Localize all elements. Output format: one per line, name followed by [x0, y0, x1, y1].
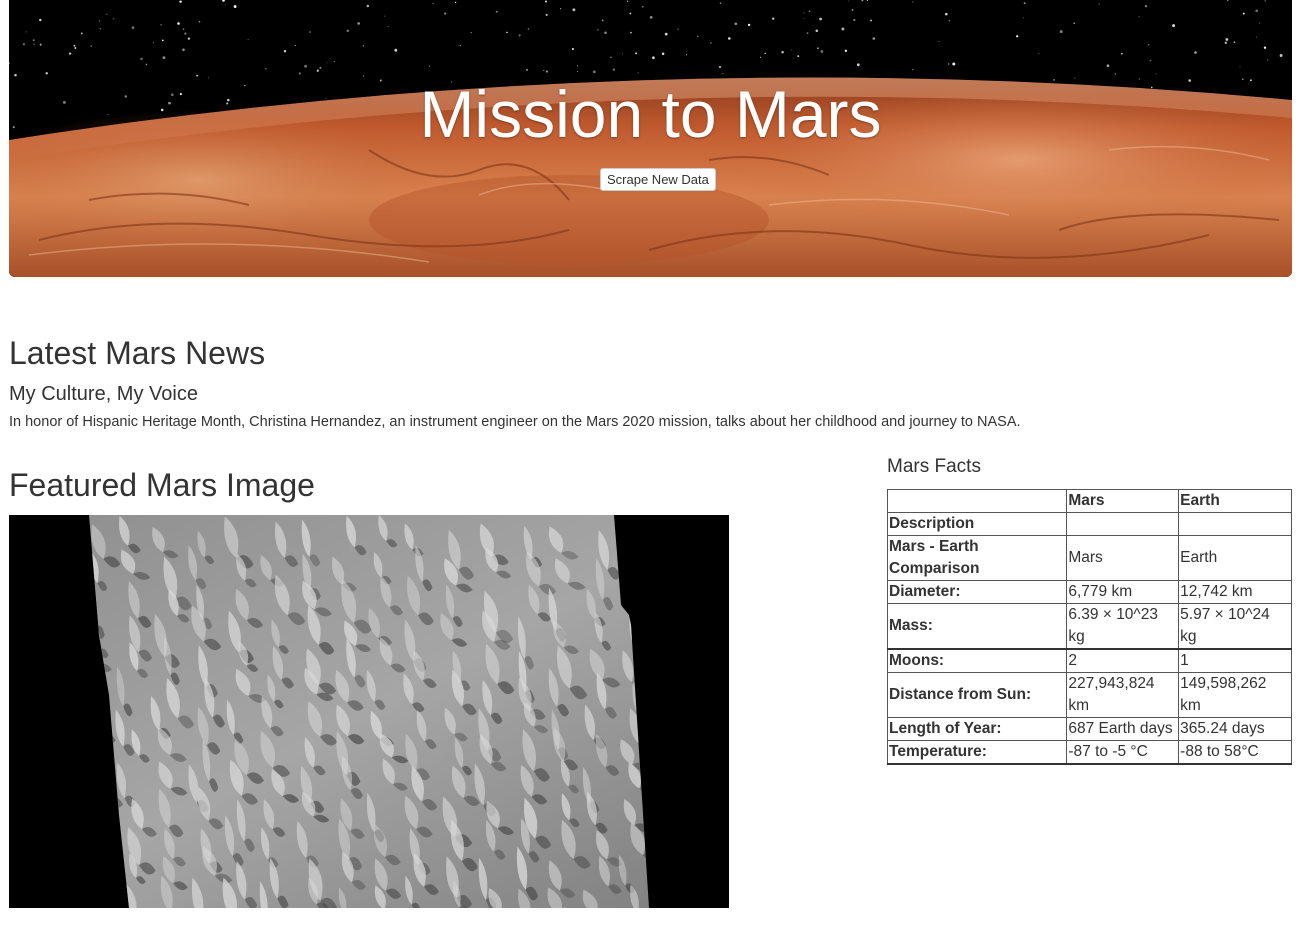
table-row-label: Length of Year:: [886, 717, 1068, 741]
scrape-new-data-button[interactable]: Scrape New Data: [600, 168, 716, 191]
featured-image-heading: Featured Mars Image: [9, 467, 315, 503]
hero-banner: Mission to Mars Scrape New Data: [9, 0, 1292, 277]
table-cell: 2: [1066, 648, 1180, 673]
table-row-label: Diameter:: [886, 580, 1068, 604]
table-cell: 6,779 km: [1066, 580, 1180, 604]
news-paragraph: In honor of Hispanic Heritage Month, Chr…: [9, 414, 1021, 430]
news-title: My Culture, My Voice: [9, 383, 198, 405]
mars-facts-heading: Mars Facts: [887, 456, 981, 477]
table-cell: [1178, 512, 1292, 536]
table-cell: 1: [1178, 648, 1292, 673]
table-header-row: Mars Earth: [886, 489, 1292, 513]
table-row-label: Moons:: [886, 648, 1068, 673]
table-cell: 227,943,824 km: [1066, 672, 1180, 718]
table-cell: Mars: [1066, 535, 1180, 581]
table-row: Temperature: -87 to -5 °C -88 to 58°C: [886, 740, 1292, 765]
table-cell: -87 to -5 °C: [1066, 740, 1180, 765]
table-row: Description: [886, 512, 1292, 536]
page-title: Mission to Mars: [419, 77, 882, 151]
table-cell: Earth: [1178, 535, 1292, 581]
table-row: Mass: 6.39 × 10^23 kg 5.97 × 10^24 kg: [886, 603, 1292, 650]
table-cell: -88 to 58°C: [1178, 740, 1292, 765]
table-cell: 687 Earth days: [1066, 717, 1180, 741]
mars-facts-table: Mars Earth Description Mars - Earth Comp…: [886, 489, 1292, 765]
table-row: Moons: 2 1: [886, 648, 1292, 673]
table-row-label: Distance from Sun:: [886, 672, 1068, 718]
table-header-cell: Mars: [1066, 489, 1180, 513]
table-cell: [1066, 512, 1180, 536]
table-row: Length of Year: 687 Earth days 365.24 da…: [886, 717, 1292, 741]
table-row: Distance from Sun: 227,943,824 km 149,59…: [886, 672, 1292, 718]
table-cell: 6.39 × 10^23 kg: [1066, 603, 1180, 650]
table-row: Diameter: 6,779 km 12,742 km: [886, 580, 1292, 604]
table-cell: 149,598,262 km: [1178, 672, 1292, 718]
table-row-label: Mass:: [886, 603, 1068, 650]
table-header-cell: Earth: [1178, 489, 1292, 513]
table-cell: 12,742 km: [1178, 580, 1292, 604]
table-cell: 5.97 × 10^24 kg: [1178, 603, 1292, 650]
news-heading: Latest Mars News: [9, 335, 266, 371]
featured-mars-image: [9, 515, 729, 908]
table-row-label: Description: [886, 512, 1068, 536]
table-row-label: Mars - Earth Comparison: [886, 535, 1068, 581]
table-row: Mars - Earth Comparison Mars Earth: [886, 535, 1292, 581]
table-row-label: Temperature:: [886, 740, 1068, 765]
table-cell: 365.24 days: [1178, 717, 1292, 741]
table-header-cell: [886, 489, 1068, 513]
